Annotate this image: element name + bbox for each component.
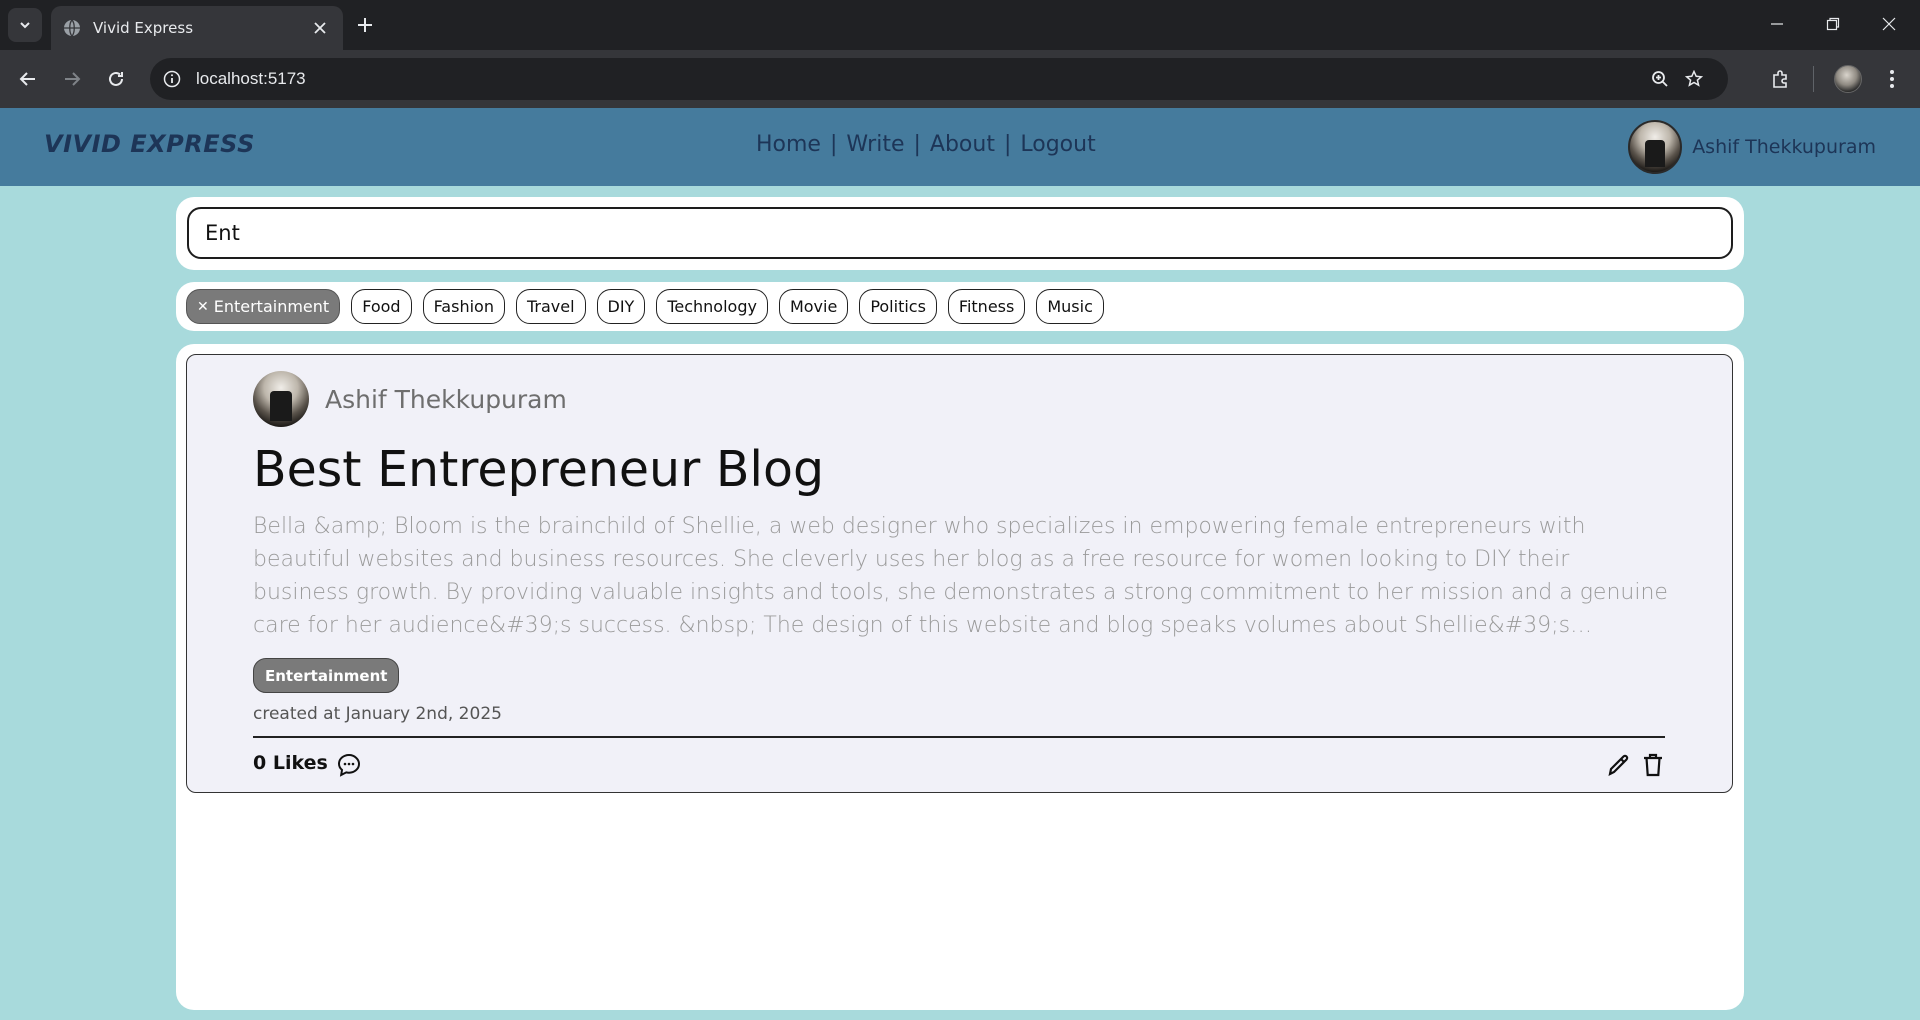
search-panel xyxy=(176,197,1744,270)
trash-icon xyxy=(1644,753,1662,777)
close-icon xyxy=(314,22,326,34)
chevron-down-icon xyxy=(20,22,30,29)
kebab-menu-icon xyxy=(1890,70,1894,88)
browser-tab[interactable]: Vivid Express xyxy=(51,6,343,50)
avatar xyxy=(1628,120,1683,174)
minimize-button[interactable] xyxy=(1754,6,1800,42)
plus-icon xyxy=(358,18,372,32)
restore-icon xyxy=(1826,17,1840,31)
nav-logout[interactable]: Logout xyxy=(1020,132,1095,157)
post-card[interactable]: Ashif Thekkupuram Best Entrepreneur Blog… xyxy=(186,354,1733,793)
forward-button[interactable] xyxy=(56,63,88,95)
category-chip-fashion[interactable]: Fashion xyxy=(422,289,505,324)
category-chip-movie[interactable]: Movie xyxy=(778,289,849,324)
comment-button[interactable] xyxy=(335,751,363,779)
post-tag[interactable]: Entertainment xyxy=(253,658,400,693)
user-profile-link[interactable]: Ashif Thekkupuram xyxy=(1628,120,1876,174)
post-excerpt: Bella &amp; Bloom is the brainchild of S… xyxy=(253,514,1668,638)
browser-menu-button[interactable] xyxy=(1876,63,1908,95)
category-chip-fitness[interactable]: Fitness xyxy=(947,289,1026,324)
new-tab-button[interactable] xyxy=(352,12,378,38)
puzzle-icon xyxy=(1773,70,1787,88)
bookmark-button[interactable] xyxy=(1682,67,1706,91)
tab-title: Vivid Express xyxy=(93,19,194,37)
category-chip-active[interactable]: ✕ Entertainment xyxy=(186,289,341,324)
main-nav: Home | Write | About | Logout xyxy=(756,132,1096,157)
address-bar[interactable]: localhost:5173 xyxy=(150,58,1728,100)
category-filter-bar: ✕ Entertainment Food Fashion Travel DIY … xyxy=(176,282,1744,331)
category-chip-technology[interactable]: Technology xyxy=(656,289,768,324)
site-header: VIVID EXPRESS Home | Write | About | Log… xyxy=(0,108,1920,186)
chat-icon xyxy=(337,753,361,777)
site-info-button[interactable] xyxy=(160,67,184,91)
search-input[interactable] xyxy=(187,207,1733,259)
category-chip-diy[interactable]: DIY xyxy=(596,289,646,324)
info-icon xyxy=(163,70,181,88)
browser-profile-avatar[interactable] xyxy=(1834,65,1862,93)
toolbar-divider xyxy=(1813,66,1814,92)
reload-button[interactable] xyxy=(100,63,132,95)
tab-search-button[interactable] xyxy=(8,8,42,42)
brand-logo[interactable]: VIVID EXPRESS xyxy=(44,130,255,158)
category-chip-politics[interactable]: Politics xyxy=(859,289,937,324)
nav-home[interactable]: Home xyxy=(756,132,821,157)
post-feed: Ashif Thekkupuram Best Entrepreneur Blog… xyxy=(176,344,1744,1010)
author-name: Ashif Thekkupuram xyxy=(325,384,567,414)
reload-icon xyxy=(109,71,123,86)
close-window-button[interactable] xyxy=(1866,6,1912,42)
browser-tab-strip: Vivid Express xyxy=(0,0,1920,50)
arrow-left-icon xyxy=(19,72,35,86)
card-divider xyxy=(253,736,1665,738)
post-author[interactable]: Ashif Thekkupuram xyxy=(253,371,567,427)
minimize-icon xyxy=(1771,23,1783,25)
zoom-button[interactable] xyxy=(1648,67,1672,91)
post-title[interactable]: Best Entrepreneur Blog xyxy=(253,441,824,498)
nav-separator: | xyxy=(1003,132,1012,157)
pencil-icon xyxy=(1608,754,1629,776)
extensions-button[interactable] xyxy=(1765,63,1797,95)
nav-separator: | xyxy=(829,132,838,157)
nav-separator: | xyxy=(913,132,921,157)
category-chip-travel[interactable]: Travel xyxy=(515,289,586,324)
delete-post-button[interactable] xyxy=(1639,751,1667,779)
post-created-date: created at January 2nd, 2025 xyxy=(253,704,502,724)
url-text: localhost:5173 xyxy=(196,69,306,88)
tab-close-button[interactable] xyxy=(309,17,331,39)
chip-label: Entertainment xyxy=(213,297,330,316)
like-count[interactable]: 0 Likes xyxy=(253,752,328,774)
nav-write[interactable]: Write xyxy=(846,132,904,157)
category-chip-food[interactable]: Food xyxy=(351,289,412,324)
user-name: Ashif Thekkupuram xyxy=(1692,136,1876,158)
edit-post-button[interactable] xyxy=(1605,751,1633,779)
back-button[interactable] xyxy=(12,63,44,95)
close-icon xyxy=(1882,17,1896,31)
avatar xyxy=(253,371,309,427)
zoom-icon xyxy=(1652,71,1668,87)
nav-about[interactable]: About xyxy=(930,132,995,157)
restore-button[interactable] xyxy=(1810,6,1856,42)
browser-toolbar: localhost:5173 xyxy=(0,50,1920,108)
star-icon xyxy=(1685,70,1703,87)
close-icon[interactable]: ✕ xyxy=(197,299,209,315)
arrow-right-icon xyxy=(65,72,81,86)
category-chip-music[interactable]: Music xyxy=(1036,289,1104,324)
globe-icon xyxy=(64,19,80,37)
